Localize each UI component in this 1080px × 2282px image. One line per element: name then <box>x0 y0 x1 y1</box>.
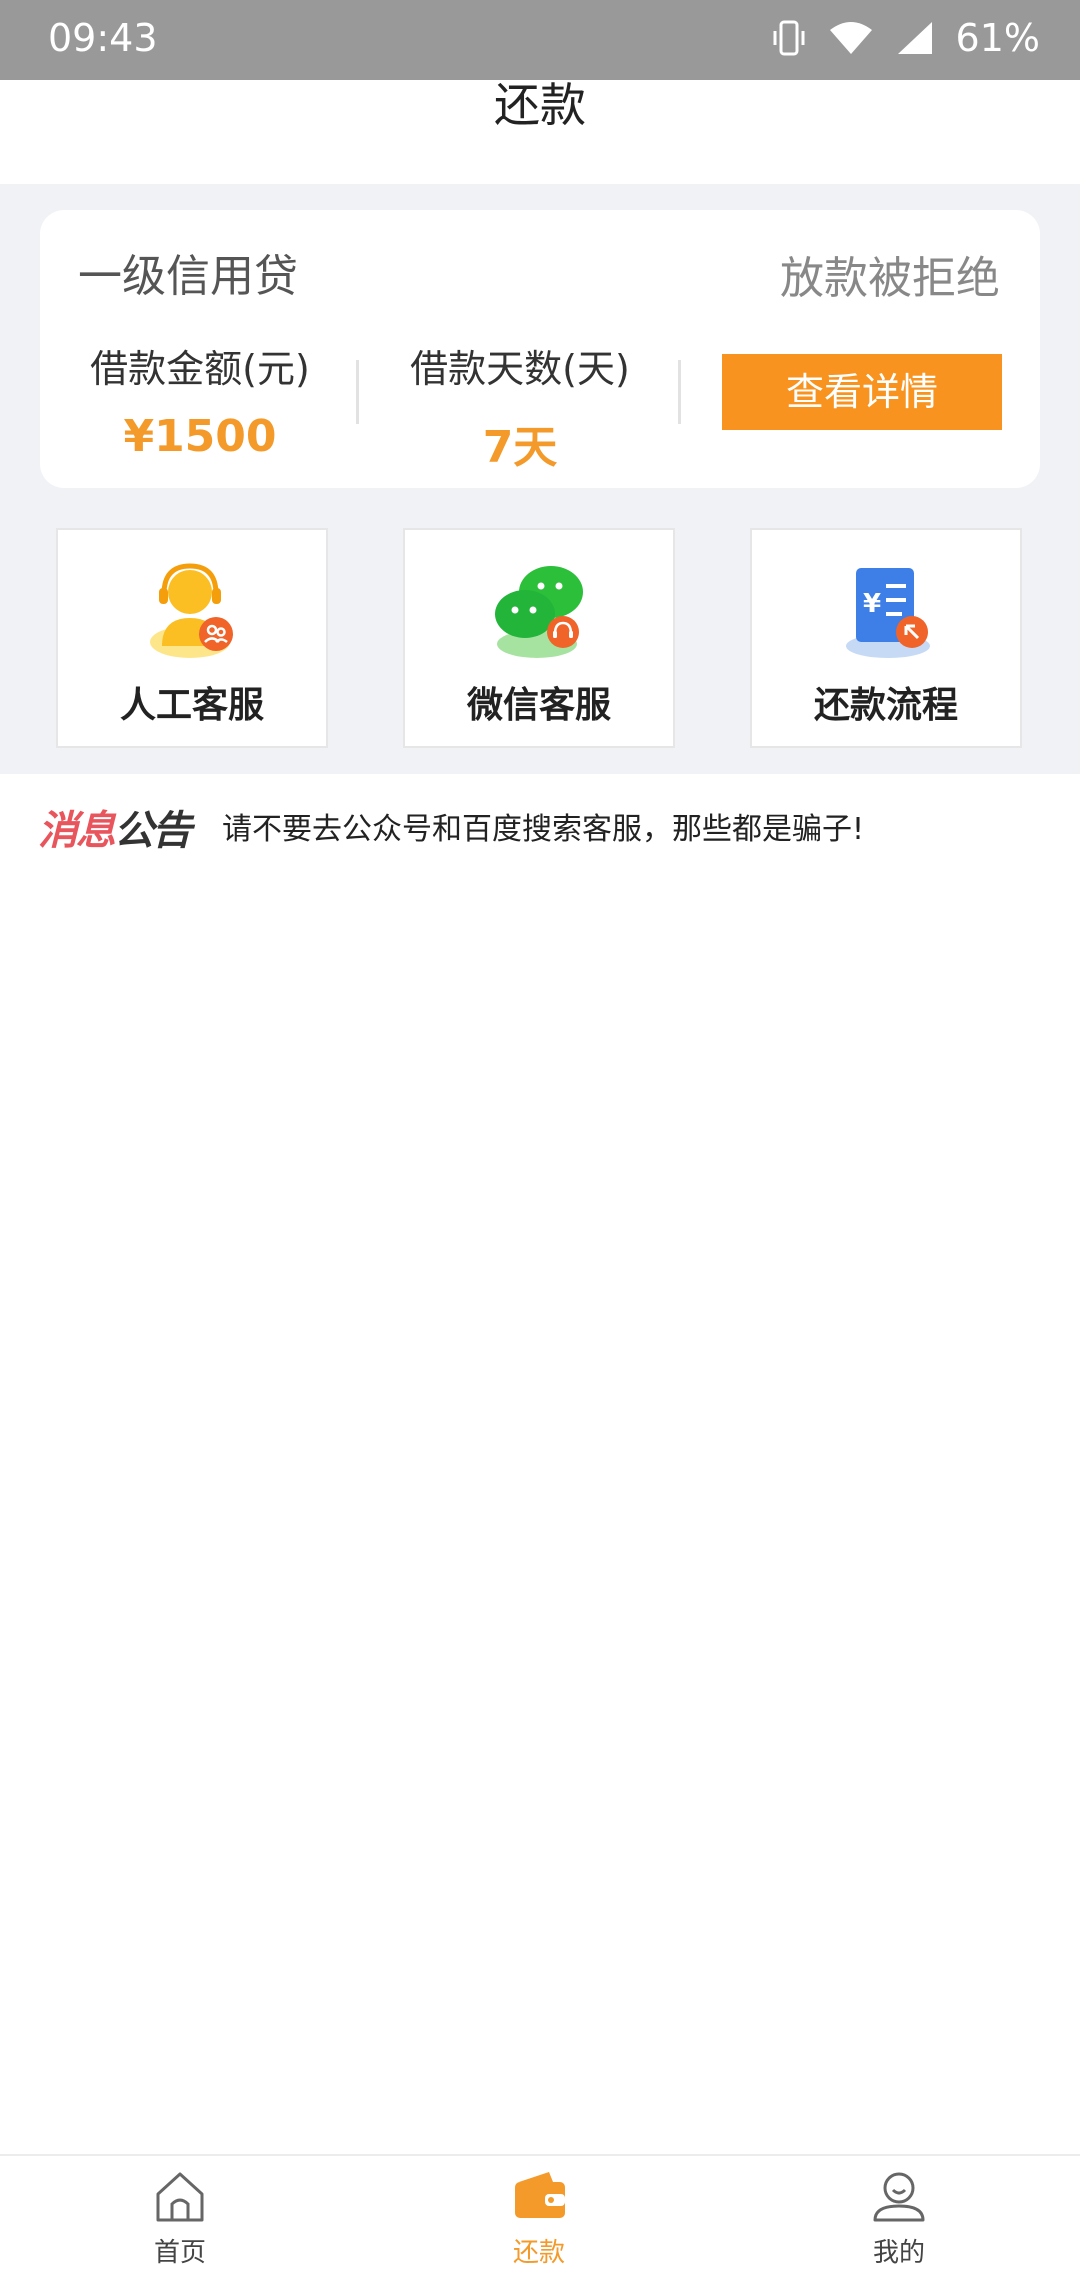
loan-product-name: 一级信用贷 <box>78 251 298 302</box>
tab-mine[interactable]: 我的 <box>829 2166 969 2269</box>
repayment-flow-icon: ¥ <box>846 568 930 658</box>
service-customer-support[interactable]: 人工客服 <box>56 528 328 748</box>
notice-logo: 消息公告 <box>38 798 192 856</box>
cell-signal-icon <box>897 22 932 54</box>
customer-service-icon <box>150 563 233 658</box>
battery-level: 61% <box>955 16 1040 60</box>
service-label: 人工客服 <box>119 685 264 726</box>
status-icons: 61% <box>772 16 1040 60</box>
tab-bar: 首页 还款 我的 <box>0 2154 1080 2282</box>
notice-text: 请不要去公众号和百度搜索客服，那些都是骗子! <box>222 812 865 847</box>
loan-days: 借款天数(天) 7天 <box>410 338 630 475</box>
notice-bar: 消息公告 请不要去公众号和百度搜索客服，那些都是骗子! <box>0 776 1080 868</box>
loan-days-label: 借款天数(天) <box>410 347 630 391</box>
tab-label: 还款 <box>512 2238 565 2268</box>
nav-bar: 还款 <box>0 80 1080 184</box>
tab-repayment[interactable]: 还款 <box>469 2166 609 2269</box>
loan-card: 一级信用贷 放款被拒绝 借款金额(元) ¥1500 借款天数(天) 7天 查看详… <box>40 210 1040 488</box>
wechat-icon <box>495 566 583 658</box>
user-icon <box>873 2172 925 2222</box>
loan-amount-label: 借款金额(元) <box>90 347 310 391</box>
svg-text:¥: ¥ <box>863 589 881 619</box>
service-label: 微信客服 <box>466 685 611 726</box>
service-label: 还款流程 <box>813 685 958 726</box>
loan-amount-value: ¥1500 <box>123 411 277 462</box>
service-repayment-process[interactable]: ¥ 还款流程 <box>750 528 1022 748</box>
wallet-icon <box>515 2172 565 2218</box>
notice-logo-part2: 公告 <box>114 808 192 854</box>
stat-divider <box>356 360 359 424</box>
page-title: 还款 <box>494 78 586 132</box>
tab-home[interactable]: 首页 <box>110 2166 250 2269</box>
loan-amount: 借款金额(元) ¥1500 <box>90 338 310 462</box>
view-details-button[interactable]: 查看详情 <box>722 354 1002 430</box>
stat-divider <box>678 360 681 424</box>
notice-logo-part1: 消息 <box>38 808 116 854</box>
service-wechat-support[interactable]: 微信客服 <box>403 528 675 748</box>
home-icon <box>156 2172 204 2222</box>
status-bar: 09:43 61% <box>0 0 1080 80</box>
status-time: 09:43 <box>48 16 158 60</box>
tab-label: 首页 <box>153 2238 206 2268</box>
wifi-icon <box>829 22 872 54</box>
loan-days-value: 7天 <box>482 422 558 473</box>
loan-status: 放款被拒绝 <box>780 253 1000 304</box>
tab-label: 我的 <box>872 2238 925 2268</box>
vibrate-icon <box>773 20 805 56</box>
